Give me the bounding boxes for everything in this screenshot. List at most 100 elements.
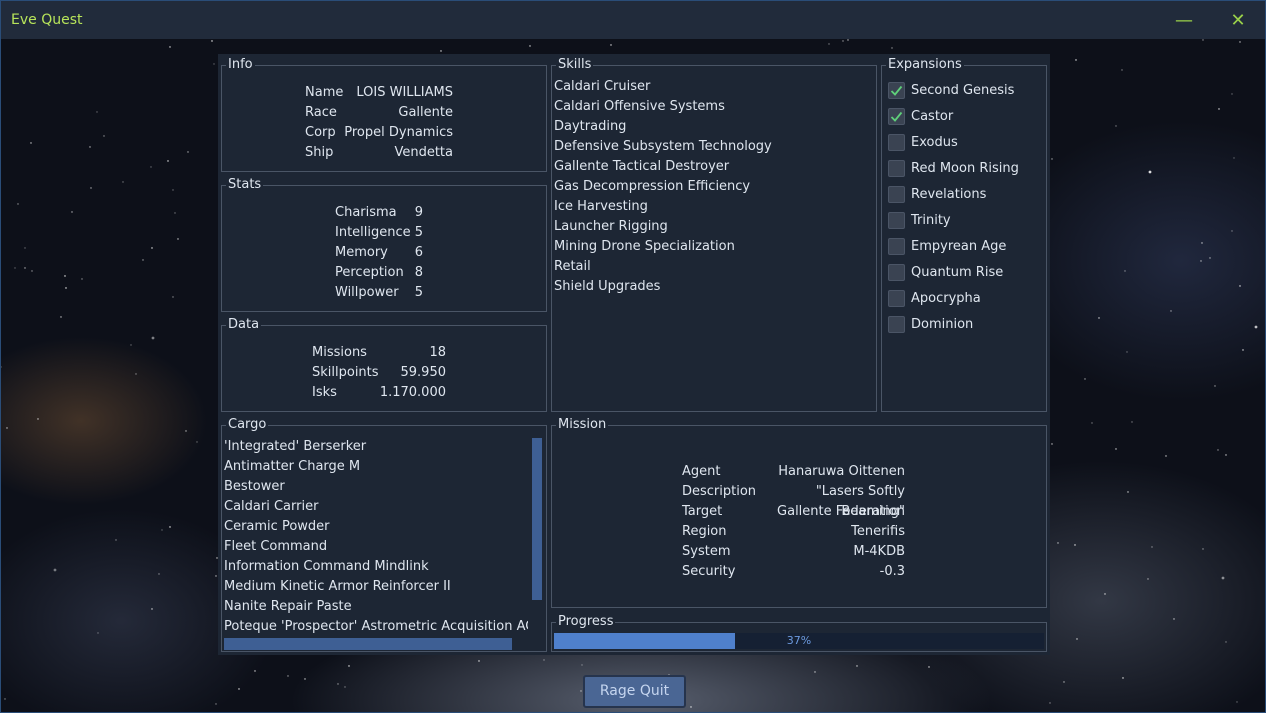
- info-row: Memory 6: [335, 243, 423, 263]
- data-title: Data: [226, 317, 262, 333]
- minimize-button[interactable]: —: [1161, 1, 1207, 39]
- cargo-list[interactable]: 'Integrated' Berserker Antimatter Charge …: [222, 436, 528, 636]
- expansion-label: Red Moon Rising: [911, 160, 1019, 176]
- cargo-item[interactable]: Poteque 'Prospector' Astrometric Acquisi…: [224, 617, 528, 636]
- expansion-label: Revelations: [911, 186, 987, 202]
- expansion-item[interactable]: Dominion: [888, 313, 973, 335]
- skill-item[interactable]: Daytrading: [554, 117, 626, 137]
- expansion-checkbox[interactable]: [888, 185, 905, 203]
- expansion-checkbox[interactable]: [888, 237, 905, 255]
- stats-title: Stats: [226, 177, 264, 193]
- expansion-item[interactable]: Apocrypha: [888, 287, 981, 309]
- row-value: 5: [414, 285, 423, 300]
- close-button[interactable]: ✕: [1215, 1, 1261, 39]
- expansion-checkbox[interactable]: [888, 211, 905, 229]
- data-group: Data Missions 18 Skillpoints 59.950 Isks 1.17…: [221, 317, 547, 412]
- rage-quit-button[interactable]: Rage Quit: [583, 675, 686, 708]
- expansion-checkbox[interactable]: [888, 315, 905, 333]
- info-row: Isks 1.170.000: [312, 383, 446, 403]
- row-value: Propel Dynamics: [344, 125, 453, 140]
- title-bar[interactable]: Eve Quest — ✕: [1, 1, 1265, 39]
- info-row: Intelligence 5: [335, 223, 423, 243]
- row-key: Isks: [312, 385, 337, 400]
- row-value: Vendetta: [394, 145, 453, 160]
- cargo-item[interactable]: Caldari Carrier: [224, 497, 318, 517]
- expansion-checkbox[interactable]: [888, 289, 905, 307]
- cargo-vertical-scrollbar-thumb[interactable]: [532, 438, 542, 600]
- row-value: 59.950: [400, 365, 447, 380]
- expansion-item[interactable]: Quantum Rise: [888, 261, 1003, 283]
- cargo-item[interactable]: Information Command Mindlink: [224, 557, 429, 577]
- skill-item[interactable]: Gallente Tactical Destroyer: [554, 157, 729, 177]
- info-row: Missions 18: [312, 343, 446, 363]
- row-value: M-4KDB: [853, 544, 905, 559]
- cargo-vertical-scrollbar[interactable]: [530, 436, 544, 650]
- row-key: Willpower: [335, 285, 399, 300]
- checkmark-icon: [890, 111, 903, 122]
- checkmark-icon: [890, 85, 903, 96]
- expansion-label: Trinity: [911, 212, 951, 228]
- skill-item[interactable]: Caldari Cruiser: [554, 77, 650, 97]
- skill-item[interactable]: Shield Upgrades: [554, 277, 660, 297]
- row-value: 8: [414, 265, 423, 280]
- progress-group: Progress 37%: [551, 614, 1047, 652]
- info-row: Agent Hanaruwa Oittenen: [682, 462, 905, 482]
- info-row: Ship Vendetta: [305, 143, 453, 163]
- row-key: System: [682, 544, 731, 559]
- row-value: 9: [414, 205, 423, 220]
- expansion-checkbox[interactable]: [888, 107, 905, 125]
- expansion-item[interactable]: Revelations: [888, 183, 986, 205]
- cargo-horizontal-scrollbar[interactable]: [224, 638, 512, 650]
- expansion-label: Second Genesis: [911, 82, 1015, 98]
- expansion-label: Dominion: [911, 316, 974, 332]
- stats-group: Stats Charisma 9 Intelligence 5 Memory 6 Perce…: [221, 177, 547, 312]
- row-key: Race: [305, 105, 337, 120]
- info-row: Target Gallente Federation: [682, 502, 905, 522]
- info-group: Info Name LOIS WILLIAMS Race Gallente Corp Pr…: [221, 57, 547, 172]
- cargo-item[interactable]: Ceramic Powder: [224, 517, 330, 537]
- row-value: -0.3: [879, 564, 905, 579]
- row-key: Region: [682, 524, 727, 539]
- main-panel: Info Name LOIS WILLIAMS Race Gallente Corp Pr…: [218, 54, 1050, 655]
- expansion-item[interactable]: Trinity: [888, 209, 951, 231]
- info-row: Skillpoints 59.950: [312, 363, 446, 383]
- mission-title: Mission: [556, 417, 609, 433]
- expansion-checkbox[interactable]: [888, 263, 905, 281]
- expansion-label: Quantum Rise: [911, 264, 1004, 280]
- skill-item[interactable]: Defensive Subsystem Technology: [554, 137, 772, 157]
- expansions-title: Expansions: [886, 57, 964, 73]
- info-row: Race Gallente: [305, 103, 453, 123]
- row-value: 5: [414, 225, 423, 240]
- row-value: Hanaruwa Oittenen: [778, 464, 905, 479]
- expansion-checkbox[interactable]: [888, 133, 905, 151]
- row-key: Ship: [305, 145, 334, 160]
- row-key: Perception: [335, 265, 404, 280]
- skill-item[interactable]: Ice Harvesting: [554, 197, 648, 217]
- expansion-checkbox[interactable]: [888, 159, 905, 177]
- cargo-title: Cargo: [226, 417, 269, 433]
- expansion-item[interactable]: Exodus: [888, 131, 958, 153]
- cargo-item[interactable]: Medium Kinetic Armor Reinforcer II: [224, 577, 451, 597]
- expansion-checkbox[interactable]: [888, 81, 905, 99]
- row-value: Gallente: [398, 105, 453, 120]
- info-row: Corp Propel Dynamics: [305, 123, 453, 143]
- skill-item[interactable]: Gas Decompression Efficiency: [554, 177, 750, 197]
- cargo-item[interactable]: Fleet Command: [224, 537, 327, 557]
- row-key: Missions: [312, 345, 367, 360]
- cargo-group: Cargo 'Integrated' Berserker Antimatter C…: [221, 417, 547, 652]
- cargo-item[interactable]: Antimatter Charge M: [224, 457, 360, 477]
- expansion-item[interactable]: Second Genesis: [888, 79, 1014, 101]
- row-value: LOIS WILLIAMS: [356, 85, 453, 100]
- skill-item[interactable]: Retail: [554, 257, 591, 277]
- row-key: Name: [305, 85, 344, 100]
- cargo-item[interactable]: Bestower: [224, 477, 285, 497]
- expansion-item[interactable]: Castor: [888, 105, 953, 127]
- cargo-item[interactable]: 'Integrated' Berserker: [224, 437, 366, 457]
- cargo-item[interactable]: Nanite Repair Paste: [224, 597, 352, 617]
- skill-item[interactable]: Caldari Offensive Systems: [554, 97, 725, 117]
- expansion-item[interactable]: Red Moon Rising: [888, 157, 1019, 179]
- skill-item[interactable]: Mining Drone Specialization: [554, 237, 735, 257]
- expansion-item[interactable]: Empyrean Age: [888, 235, 1006, 257]
- skill-item[interactable]: Launcher Rigging: [554, 217, 668, 237]
- info-title: Info: [226, 57, 255, 73]
